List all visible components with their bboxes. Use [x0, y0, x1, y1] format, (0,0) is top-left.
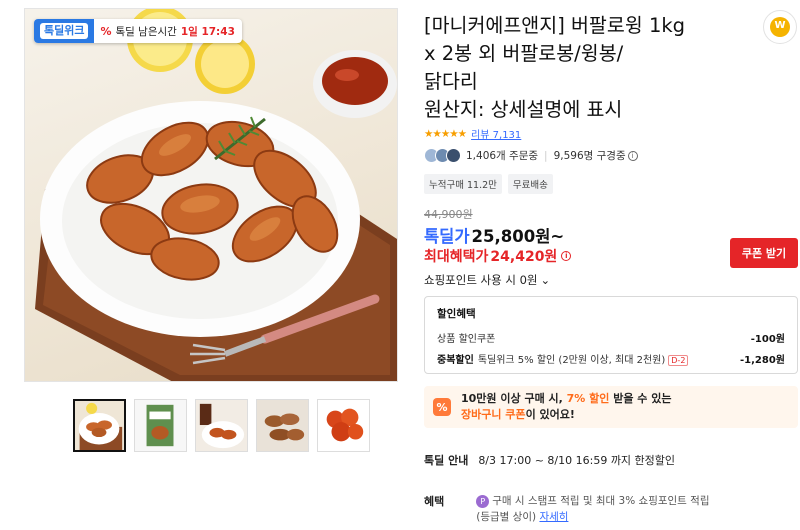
product-tags: 누적구매 11.2만 무료배송	[424, 174, 553, 194]
product-main-image[interactable]: 톡딜위크 % 톡딜 남은시간 1일 17:43	[24, 8, 398, 382]
avatar	[446, 148, 461, 163]
original-price: 44,900원	[424, 208, 473, 221]
discount-amount: -1,280원	[740, 355, 785, 366]
thumbnail-4[interactable]	[256, 399, 309, 452]
point-icon: P	[476, 495, 490, 508]
rating-row: ★★★★★ 리뷰 7,131	[424, 126, 521, 142]
benefit-text: P 구매 시 스탬프 적립 및 최대 3% 쇼핑포인트 적립 (등급별 상이) 자…	[476, 495, 710, 523]
product-title-line-4: 원산지: 상세설명에 표시	[424, 98, 623, 121]
product-title-line-2: x 2봉 외 버팔로봉/윙봉/	[424, 42, 624, 65]
get-coupon-button[interactable]: 쿠폰 받기	[730, 238, 798, 268]
tag-free-shipping: 무료배송	[507, 174, 553, 194]
deal-time: 1일 17:43	[180, 25, 235, 38]
max-benefit-value: 24,420원	[490, 249, 558, 265]
deal-badge: 톡딜위크 % 톡딜 남은시간 1일 17:43	[34, 19, 242, 43]
thumbnail-1[interactable]	[73, 399, 126, 452]
info-icon[interactable]: i	[561, 251, 572, 261]
discount-lead: 중복할인	[437, 355, 474, 366]
deal-logo: 톡딜위크	[34, 19, 95, 43]
points-label: 쇼핑포인트 사용 시 0원	[424, 273, 538, 287]
orders-count: 1,406개 주문중	[466, 150, 539, 162]
max-benefit-price: 최대혜택가 24,420원 i	[424, 246, 572, 266]
benefit-detail-link[interactable]: 자세히	[539, 511, 568, 523]
percent-icon: %	[433, 398, 451, 416]
chevron-down-icon: ⌄	[540, 273, 551, 287]
tag-cumulative-purchase: 누적구매 11.2만	[424, 174, 502, 194]
thumbnail-sauced-wings	[318, 400, 369, 451]
deal-price: 톡딜가 25,800원~	[424, 223, 564, 247]
thumbnail-drumsticks	[257, 400, 308, 451]
info-icon[interactable]: i	[627, 150, 638, 161]
thumbnail-2[interactable]	[134, 399, 187, 452]
discount-label: 상품 할인쿠폰	[437, 334, 496, 345]
discount-amount: -100원	[750, 334, 785, 345]
thumbnail-wings-drink	[196, 400, 247, 451]
chicken-wings-photo	[35, 9, 397, 381]
deal-timer: % 톡딜 남은시간 1일 17:43	[94, 24, 241, 39]
thumbnail-5[interactable]	[317, 399, 370, 452]
deal-info: 톡딜 안내 8/3 17:00 ~ 8/10 16:59 까지 한정할인	[424, 452, 675, 468]
deal-info-label: 톡딜 안내	[424, 454, 469, 467]
brand-badge-button[interactable]	[763, 10, 797, 44]
promo-text: 10만원 이상 구매 시, 7% 할인 받을 수 있는 장바구니 쿠폰이 있어요…	[461, 392, 672, 421]
thumbnail-package	[135, 400, 186, 451]
percent-icon: %	[100, 24, 112, 38]
brand-badge-icon	[770, 17, 790, 37]
discount-box: 할인혜택 상품 할인쿠폰 -100원 중복할인 톡딜위크 5% 할인 (2만원 이…	[424, 296, 798, 374]
deal-price-label: 톡딜가	[424, 227, 470, 246]
d-day-badge: D-2	[668, 355, 689, 366]
product-title-line-1: [마니커에프앤지] 버팔로윙 1kg	[424, 14, 686, 37]
buyers-row: 1,406개 주문중 | 9,596명 구경중 i	[424, 148, 638, 163]
points-dropdown[interactable]: 쇼핑포인트 사용 시 0원 ⌄	[424, 272, 550, 288]
review-count-link[interactable]: 리뷰 7,131	[471, 126, 521, 141]
discount-heading: 할인혜택	[437, 308, 476, 320]
thumbnail-strip	[73, 399, 370, 452]
thumbnail-3[interactable]	[195, 399, 248, 452]
product-title-line-3: 닭다리	[424, 70, 478, 93]
discount-label: 톡딜위크 5% 할인 (2만원 이상, 최대 2천원)	[477, 355, 666, 366]
thumbnail-wings-plate	[75, 401, 124, 450]
deal-info-value: 8/3 17:00 ~ 8/10 16:59 까지 한정할인	[478, 454, 676, 467]
benefit-section: 혜택 P 구매 시 스탬프 적립 및 최대 3% 쇼핑포인트 적립 (등급별 상이…	[424, 493, 710, 525]
product-title: [마니커에프앤지] 버팔로윙 1kg x 2봉 외 버팔로봉/윙봉/ 닭다리 원…	[424, 12, 752, 124]
discount-row: 상품 할인쿠폰 -100원	[437, 330, 785, 345]
cart-coupon-promo[interactable]: % 10만원 이상 구매 시, 7% 할인 받을 수 있는 장바구니 쿠폰이 있…	[424, 386, 798, 428]
benefit-label: 혜택	[424, 495, 445, 508]
deal-price-value: 25,800원~	[471, 227, 565, 246]
buyer-avatars	[424, 148, 461, 163]
viewers-count: 9,596명 구경중	[553, 150, 626, 162]
discount-row: 중복할인 톡딜위크 5% 할인 (2만원 이상, 최대 2천원) D-2 -1,28…	[437, 351, 785, 366]
deal-timer-label: 톡딜 남은시간	[115, 25, 177, 38]
divider: |	[544, 149, 548, 162]
max-benefit-label: 최대혜택가	[424, 249, 489, 265]
star-rating-icon: ★★★★★	[424, 127, 467, 140]
